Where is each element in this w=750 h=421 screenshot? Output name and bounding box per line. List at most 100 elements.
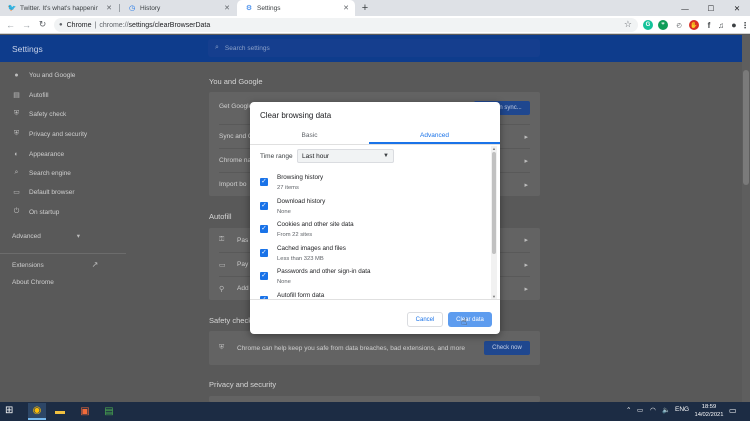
battery-icon[interactable]: ▭ (637, 406, 643, 414)
menu-icon[interactable]: ⋮ (741, 20, 749, 30)
maximize-button[interactable]: ☐ (698, 0, 724, 16)
minimize-button[interactable]: — (672, 0, 698, 16)
option-detail: From 22 sites (277, 232, 313, 238)
dialog-scrollbar-thumb[interactable] (492, 152, 496, 254)
site-info-icon[interactable]: ● (59, 22, 63, 28)
sidebar-item-label: Safety check (29, 110, 67, 118)
option-cookies[interactable]: ✓ Cookies and other site data From 22 si… (260, 221, 490, 243)
tab-basic[interactable]: Basic (250, 128, 369, 142)
checkbox-checked[interactable]: ✓ (260, 225, 268, 233)
shield-icon: ⛨ (13, 110, 20, 117)
checkbox-checked[interactable]: ✓ (260, 272, 268, 280)
close-icon[interactable]: ✕ (106, 4, 112, 12)
hangouts-icon[interactable]: ❞ (658, 20, 668, 30)
clear-data-button[interactable]: Clear data (448, 312, 492, 327)
sidebar-item-appearance[interactable]: ◐ Appearance (12, 148, 64, 160)
chevron-right-icon: ▸ (524, 261, 528, 269)
scroll-up-arrow-icon[interactable]: ▲ (491, 146, 497, 151)
clock-date: 14/02/2021 (694, 411, 724, 418)
volume-icon[interactable]: 🔈 (662, 406, 670, 414)
row-label: Get Google (219, 102, 253, 110)
check-now-button[interactable]: Check now (484, 341, 530, 355)
sidebar-item-search-engine[interactable]: ⌕ Search engine (12, 167, 71, 179)
browser-toolbar: ← → ↻ ● Chrome | chrome://settings/clear… (0, 16, 750, 34)
grammarly-icon[interactable]: G (643, 20, 653, 30)
close-icon[interactable]: ✕ (343, 4, 349, 12)
sidebar-item-safety-check[interactable]: ⛨ Safety check (12, 108, 66, 120)
address-bar[interactable]: ● Chrome | chrome://settings/clearBrowse… (54, 18, 638, 32)
twitter-icon: 🐦 (7, 5, 17, 12)
row-label: Pay (237, 261, 249, 268)
option-detail: None (277, 279, 291, 285)
url-scheme: chrome:// (99, 21, 129, 29)
power-icon: ⏻ (13, 208, 20, 215)
url-path-text: settings/clearBrowserData (128, 21, 211, 29)
sidebar-advanced[interactable]: Advanced ▾ (12, 232, 80, 240)
snip-tool-icon[interactable]: ▣ (76, 403, 94, 420)
tray-overflow-icon[interactable]: ⌃ (626, 406, 631, 414)
bookmark-star-icon[interactable]: ☆ (624, 19, 632, 30)
clear-browsing-data-dialog: Clear browsing data Basic Advanced Time … (250, 102, 500, 334)
option-download-history[interactable]: ✓ Download history None (260, 198, 490, 220)
checkbox-checked[interactable]: ✓ (260, 249, 268, 257)
tab-settings[interactable]: ⚙ Settings ✕ (237, 0, 355, 16)
new-tab-button[interactable]: + (359, 0, 371, 16)
card-icon: ▭ (219, 261, 226, 269)
mouse-cursor-icon: ☝ (461, 317, 468, 328)
sidebar-item-label: Default browser (29, 188, 75, 196)
option-detail: 27 items (277, 185, 299, 191)
location-pin-icon: ⚲ (219, 285, 225, 293)
tab-advanced[interactable]: Advanced (369, 128, 500, 142)
close-icon[interactable]: ✕ (224, 4, 230, 12)
notepad-icon[interactable]: ▤ (100, 403, 118, 420)
tab-title: Settings (257, 4, 281, 12)
sidebar-item-privacy[interactable]: ⛨ Privacy and security (12, 128, 87, 140)
settings-header: Settings ⌕ (0, 35, 750, 62)
back-button[interactable]: ← (4, 18, 17, 31)
settings-search[interactable]: ⌕ (208, 39, 540, 57)
notes-icon[interactable]: ♫ (716, 20, 726, 30)
sidebar-extensions[interactable]: Extensions ↗ (12, 260, 98, 269)
wifi-icon[interactable]: ◠ (650, 406, 656, 414)
notification-icon[interactable]: ▭ (729, 406, 737, 415)
sidebar-item-default-browser[interactable]: ▭ Default browser (12, 186, 75, 198)
profile-avatar-icon[interactable]: ● (729, 20, 739, 30)
language-indicator[interactable]: ENG (675, 406, 689, 413)
option-cached-images[interactable]: ✓ Cached images and files Less than 323 … (260, 245, 490, 267)
taskbar-clock[interactable]: 18:59 14/02/2021 (694, 404, 724, 419)
chevron-right-icon: ▸ (524, 285, 528, 293)
sidebar-item-on-startup[interactable]: ⏻ On startup (12, 206, 60, 218)
option-passwords[interactable]: ✓ Passwords and other sign-in data None (260, 268, 490, 290)
adblock-icon[interactable]: ✋ (689, 20, 699, 30)
option-detail: Less than 323 MB (277, 256, 324, 262)
tab-history[interactable]: ◷ History ✕ (120, 0, 236, 16)
tab-twitter[interactable]: 🐦 Twitter. It's what's happening / T ✕ (0, 0, 118, 16)
cancel-button[interactable]: Cancel (407, 312, 443, 327)
sidebar-item-autofill[interactable]: ▤ Autofill (12, 89, 48, 101)
tab-divider (250, 144, 500, 145)
file-explorer-icon[interactable]: ▬ (51, 403, 69, 420)
url-host: Chrome (66, 21, 92, 29)
sidebar-about-chrome[interactable]: About Chrome (12, 279, 54, 286)
checkbox-checked[interactable]: ✓ (260, 178, 268, 186)
history-icon: ◷ (128, 5, 136, 12)
forward-button[interactable]: → (20, 18, 33, 31)
time-range-select[interactable]: Last hour ▼ (297, 149, 394, 163)
chrome-app-icon[interactable]: ◉ (28, 403, 46, 420)
dialog-title: Clear browsing data (260, 111, 332, 120)
translate-icon[interactable]: ◴ (674, 20, 684, 30)
safety-check-text: Chrome can help keep you safe from data … (237, 344, 465, 352)
windows-start-icon[interactable]: ⊞ (5, 405, 13, 416)
sidebar-item-you-and-google[interactable]: ● You and Google (12, 69, 75, 81)
lock-icon: ⛨ (13, 130, 20, 137)
page-title: Settings (12, 44, 43, 54)
checkbox-checked[interactable]: ✓ (260, 202, 268, 210)
search-input[interactable] (224, 44, 425, 52)
palette-icon: ◐ (14, 150, 19, 158)
reload-button[interactable]: ↻ (36, 18, 49, 31)
option-browsing-history[interactable]: ✓ Browsing history 27 items (260, 174, 490, 196)
page-scrollbar-thumb[interactable] (743, 70, 749, 185)
sidebar-item-label: You and Google (29, 71, 76, 79)
font-icon[interactable]: f (704, 20, 714, 30)
close-window-button[interactable]: ✕ (724, 0, 750, 16)
